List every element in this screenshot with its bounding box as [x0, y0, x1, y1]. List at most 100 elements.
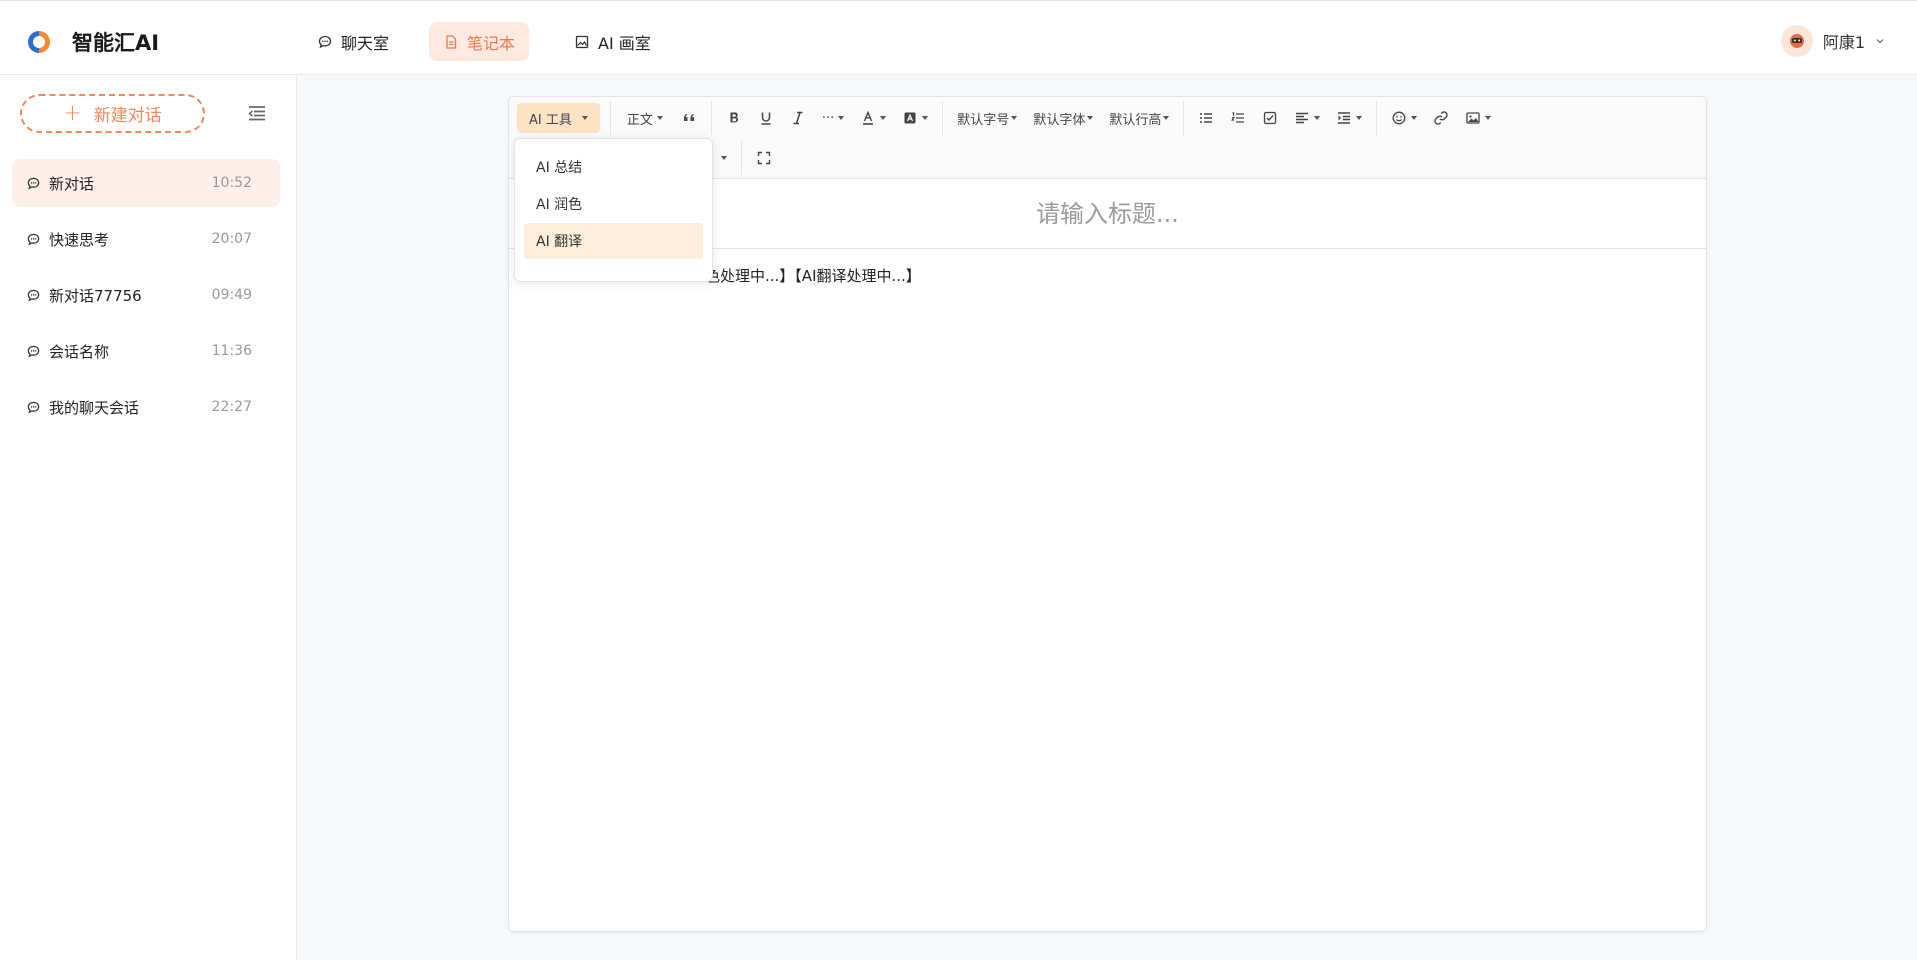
chat-list: 新对话 10:52 快速思考 20:07 新对话77756 09:49 会话名称…	[12, 159, 280, 439]
toolbar-divider	[1183, 101, 1185, 135]
chat-list-item[interactable]: 快速思考 20:07	[12, 215, 280, 263]
tab-chat-room[interactable]: 聊天室	[303, 22, 403, 61]
caret-down-icon	[1163, 116, 1170, 120]
toolbar-row-1: AI 工具 正文 ··· 默认字号 默认字体 默认行高	[517, 101, 1499, 135]
underline-button[interactable]	[750, 103, 782, 133]
plus-icon: +	[63, 100, 82, 126]
font-color-button[interactable]	[852, 103, 894, 133]
fullscreen-icon	[757, 151, 771, 165]
dropdown-item-ai-translate[interactable]: AI 翻译	[524, 223, 703, 259]
background-color-icon	[904, 112, 916, 124]
tab-ai-studio-label: AI 画室	[598, 33, 651, 53]
image-icon	[575, 35, 589, 48]
numbered-list-button[interactable]	[1222, 103, 1254, 133]
new-chat-button[interactable]: + 新建对话	[20, 94, 205, 133]
italic-button[interactable]	[782, 103, 814, 133]
app-logo-icon	[28, 31, 50, 53]
new-chat-label: 新建对话	[93, 106, 162, 126]
chat-name: 快速思考	[49, 230, 110, 249]
chat-bubble-icon	[27, 233, 40, 245]
chevron-down-icon	[1876, 39, 1884, 44]
chat-bubble-icon	[27, 289, 40, 301]
caret-down-icon	[721, 156, 727, 160]
link-button[interactable]	[1425, 103, 1457, 133]
italic-icon	[793, 111, 803, 125]
chat-time: 20:07	[211, 231, 252, 247]
line-height-select[interactable]: 默认行高	[1101, 103, 1177, 133]
fullscreen-button[interactable]	[748, 143, 780, 173]
toolbar-divider	[710, 101, 712, 135]
caret-down-icon	[656, 116, 663, 120]
font-family-select[interactable]: 默认字体	[1025, 103, 1101, 133]
caret-down-icon	[581, 116, 588, 120]
quote-button[interactable]	[673, 103, 705, 133]
dropdown-item-label: AI 翻译	[536, 234, 583, 250]
menu-collapse-icon[interactable]	[247, 103, 267, 123]
caret-down-icon	[922, 116, 929, 120]
toolbar-divider	[942, 101, 944, 135]
font-family-label: 默认字体	[1033, 112, 1086, 128]
toolbar-divider	[1376, 101, 1378, 135]
ai-tool-label: AI 工具	[529, 112, 572, 128]
caret-down-icon	[1011, 116, 1018, 120]
caret-down-icon	[1314, 116, 1321, 120]
todo-list-button[interactable]	[1254, 103, 1286, 133]
dropdown-item-label: AI 润色	[536, 197, 583, 213]
bold-button[interactable]	[718, 103, 750, 133]
font-color-icon	[863, 110, 874, 125]
chat-bubble-icon	[27, 177, 40, 189]
chat-time: 09:49	[211, 287, 252, 303]
image-insert-button[interactable]	[1457, 103, 1499, 133]
chat-name: 我的聊天会话	[49, 398, 140, 417]
chat-bubble-icon	[27, 345, 40, 357]
dropdown-item-label: AI 总结	[536, 160, 583, 176]
more-label: ···	[821, 110, 835, 126]
chat-list-item[interactable]: 会话名称 11:36	[12, 327, 280, 375]
caret-down-icon	[1485, 116, 1492, 120]
chat-list-item[interactable]: 新对话 10:52	[12, 159, 280, 207]
tab-chat-room-label: 聊天室	[341, 33, 390, 53]
emoji-button[interactable]	[1383, 103, 1425, 133]
chat-list-item[interactable]: 我的聊天会话 22:27	[12, 383, 280, 431]
user-name: 阿康1	[1822, 33, 1865, 52]
chat-time: 22:27	[211, 399, 252, 415]
background-color-button[interactable]	[894, 103, 936, 133]
bullet-list-icon	[1200, 113, 1213, 123]
user-menu[interactable]: 阿康1	[1780, 25, 1885, 57]
chat-time: 11:36	[211, 343, 252, 359]
bullet-list-button[interactable]	[1190, 103, 1222, 133]
top-bar: 智能汇AI 聊天室 笔记本 AI 画室 阿康1	[0, 0, 1917, 75]
chat-time: 10:52	[211, 175, 252, 191]
align-button[interactable]	[1286, 103, 1328, 133]
dropdown-item-ai-summary[interactable]: AI 总结	[524, 149, 703, 185]
caret-down-icon	[1356, 116, 1363, 120]
image-icon	[1466, 112, 1480, 124]
caret-down-icon	[880, 116, 887, 120]
chat-list-item[interactable]: 新对话77756 09:49	[12, 271, 280, 319]
underline-icon	[761, 112, 771, 125]
tab-notebook[interactable]: 笔记本	[429, 22, 530, 61]
indent-button[interactable]	[1328, 103, 1370, 133]
more-formats-button[interactable]: ···	[814, 103, 852, 133]
numbered-list-icon	[1231, 112, 1245, 123]
indent-icon	[1338, 112, 1351, 124]
app-title: 智能汇AI	[72, 31, 160, 55]
font-size-select[interactable]: 默认字号	[949, 103, 1025, 133]
align-left-icon	[1296, 112, 1309, 124]
robot-avatar-icon	[1789, 34, 1804, 48]
dropdown-item-ai-polish[interactable]: AI 润色	[524, 186, 703, 222]
ai-tool-button[interactable]: AI 工具	[517, 103, 600, 133]
tab-ai-studio[interactable]: AI 画室	[560, 22, 665, 61]
chat-bubble-icon	[27, 401, 40, 413]
paragraph-style-select[interactable]: 正文	[617, 103, 673, 133]
caret-down-icon	[838, 116, 845, 120]
avatar	[1780, 25, 1813, 57]
caret-down-icon	[1411, 116, 1418, 120]
link-icon	[1434, 111, 1449, 125]
note-body-text: 色处理中...】【AI翻译处理中...】	[705, 267, 921, 285]
emoji-icon	[1392, 111, 1406, 125]
chat-bubble-icon	[318, 35, 332, 48]
font-size-label: 默认字号	[957, 112, 1010, 128]
caret-down-icon	[1087, 116, 1094, 120]
line-height-label: 默认行高	[1109, 112, 1162, 128]
